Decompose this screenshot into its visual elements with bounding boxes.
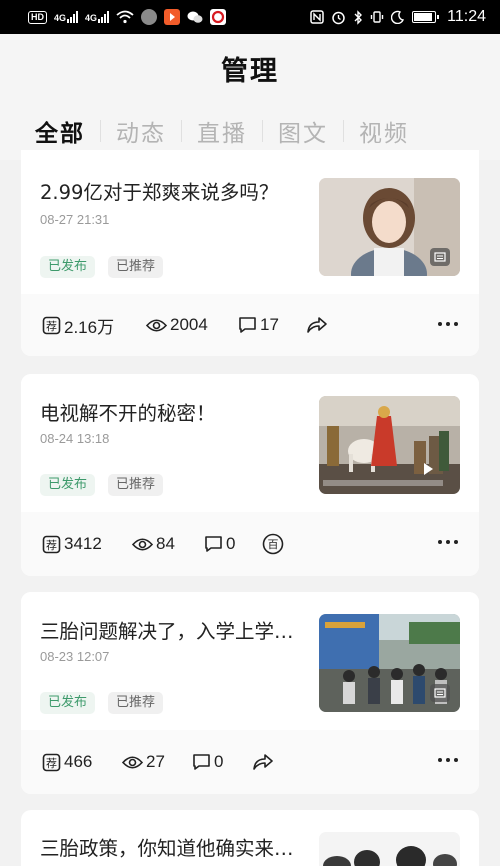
article-icon: [430, 248, 450, 266]
thumbnail[interactable]: [319, 178, 460, 276]
comment-icon: [239, 317, 256, 333]
article-icon: [430, 684, 450, 702]
eye-icon: [132, 537, 153, 551]
signal-bars-icon: [98, 11, 110, 23]
views-count: 27: [146, 752, 165, 771]
card-title[interactable]: 电视解不开的秘密！: [40, 397, 298, 426]
alarm-icon: [332, 11, 345, 24]
share-icon[interactable]: [306, 316, 328, 334]
thumbnail[interactable]: [319, 396, 460, 494]
moon-icon: [391, 10, 405, 24]
recommend-stat: 荐 2.16万: [42, 313, 146, 338]
tab-video[interactable]: 视频: [344, 114, 424, 148]
comment-icon: [193, 754, 210, 770]
status-bar: HD 4G 4G 11:24: [0, 0, 500, 34]
play-icon: [418, 460, 438, 478]
page-header: 管理: [0, 34, 500, 102]
svg-text:荐: 荐: [46, 539, 57, 552]
unicom-icon: [210, 9, 227, 25]
card-title[interactable]: 2.99亿对于郑爽来说多吗？: [40, 176, 298, 205]
status-badge: 已发布: [40, 474, 96, 496]
network-type-1: 4G: [54, 13, 67, 23]
content-card[interactable]: 电视解不开的秘密！ 08-24 13:18 已发布 已推荐 荐 3412 84 …: [21, 374, 479, 576]
content-card[interactable]: 三胎问题解决了，入学上学… 08-23 12:07 已发布 已推荐 荐 466 …: [21, 592, 479, 794]
recommend-count: 2.16万: [64, 317, 115, 337]
comments-count: 17: [260, 315, 279, 334]
nfc-icon: [310, 10, 324, 24]
eye-icon: [146, 318, 167, 332]
card-stats: 荐 3412 84 0 百: [21, 512, 479, 576]
wechat-icon: [187, 11, 203, 23]
svg-text:荐: 荐: [46, 320, 57, 333]
views-count: 84: [156, 534, 175, 553]
bai-icon[interactable]: 百: [262, 533, 284, 555]
signal-bars-icon: [67, 11, 79, 23]
thumbnail[interactable]: [319, 832, 460, 866]
app-notification-icon: [141, 9, 158, 25]
recommended-badge: 已推荐: [108, 474, 164, 496]
views-stat: 2004: [146, 315, 238, 335]
recommend-icon: 荐: [42, 753, 61, 771]
status-badge: 已发布: [40, 692, 96, 714]
tab-article[interactable]: 图文: [263, 114, 343, 148]
card-time: 08-27 21:31: [40, 212, 110, 227]
cell-signal-1: 4G: [54, 11, 79, 23]
status-bar-right: 11:24: [310, 8, 486, 26]
svg-text:百: 百: [268, 538, 279, 551]
views-stat: 84: [132, 534, 204, 554]
vibrate-icon: [370, 11, 384, 23]
comments-stat[interactable]: 17: [238, 315, 306, 335]
recommended-badge: 已推荐: [108, 692, 164, 714]
card-time: 08-24 13:18: [40, 431, 110, 446]
hd-indicator: HD: [28, 10, 47, 24]
comment-icon: [205, 536, 222, 552]
content-card[interactable]: 2.99亿对于郑爽来说多吗？ 08-27 21:31 已发布 已推荐 荐 2.1…: [21, 150, 479, 356]
recommend-icon: 荐: [42, 535, 61, 553]
recommend-icon: 荐: [42, 316, 61, 334]
recommend-stat: 荐 3412: [42, 534, 132, 554]
more-icon[interactable]: [438, 758, 458, 762]
status-badge: 已发布: [40, 256, 96, 278]
views-stat: 27: [122, 752, 192, 772]
comments-count: 0: [226, 534, 236, 553]
content-card[interactable]: 三胎政策，你知道他确实来…: [21, 810, 479, 866]
family-image: [319, 832, 460, 866]
views-count: 2004: [170, 315, 208, 334]
page-title: 管理: [221, 55, 279, 87]
card-time: 08-23 12:07: [40, 649, 110, 664]
bluetooth-icon: [354, 9, 363, 25]
clock: 11:24: [447, 8, 486, 25]
svg-text:荐: 荐: [46, 757, 57, 770]
tab-live[interactable]: 直播: [182, 114, 262, 148]
comments-stat[interactable]: 0: [192, 752, 252, 772]
card-stats: 荐 2.16万 2004 17: [21, 294, 479, 356]
tab-all[interactable]: 全部: [22, 114, 100, 148]
eye-icon: [122, 755, 143, 769]
network-type-2: 4G: [85, 13, 98, 23]
comments-stat[interactable]: 0: [204, 534, 262, 554]
share-icon[interactable]: [252, 753, 274, 771]
battery-icon: [412, 11, 440, 23]
comments-count: 0: [214, 752, 224, 771]
wifi-icon: [116, 10, 134, 24]
recommend-count: 466: [64, 752, 93, 771]
cell-signal-2: 4G: [85, 11, 110, 23]
sculpture-image: [319, 396, 460, 494]
card-stats: 荐 466 27 0: [21, 730, 479, 794]
thumbnail[interactable]: [319, 614, 460, 712]
card-title[interactable]: 三胎政策，你知道他确实来…: [40, 832, 298, 861]
recommend-count: 3412: [64, 534, 102, 553]
recommended-badge: 已推荐: [108, 256, 164, 278]
video-app-icon: [164, 9, 181, 25]
status-bar-left: HD 4G 4G: [28, 9, 227, 25]
card-title[interactable]: 三胎问题解决了，入学上学…: [40, 615, 298, 644]
more-icon[interactable]: [438, 540, 458, 544]
more-icon[interactable]: [438, 322, 458, 326]
recommend-stat: 荐 466: [42, 752, 122, 772]
tab-dynamic[interactable]: 动态: [101, 114, 181, 148]
